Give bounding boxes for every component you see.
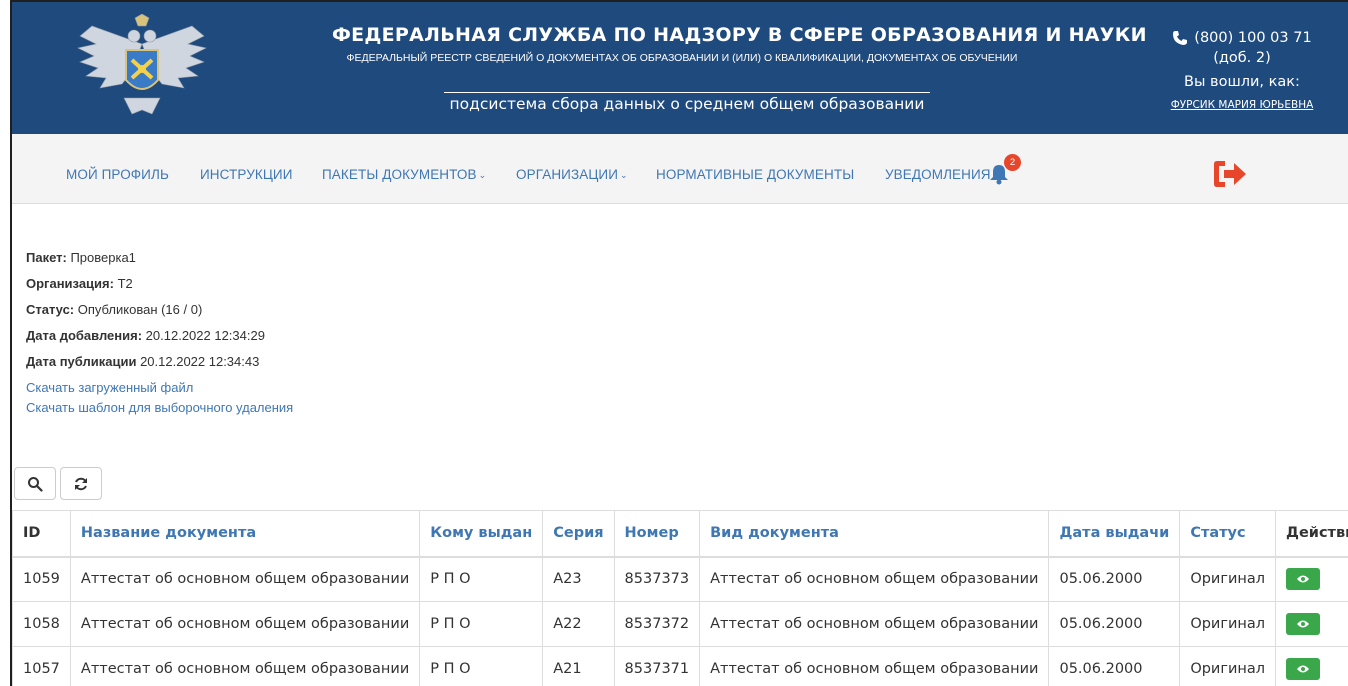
- cell-document-type: Аттестат об основном общем образовании: [699, 556, 1050, 602]
- cell-status: Оригинал: [1179, 556, 1277, 602]
- cell-status: Оригинал: [1179, 601, 1277, 647]
- page: ФЕДЕРАЛЬНАЯ СЛУЖБА ПО НАДЗОРУ В СФЕРЕ ОБ…: [10, 0, 1348, 686]
- view-button[interactable]: [1286, 658, 1321, 680]
- registry-subtitle: ФЕДЕРАЛЬНЫЙ РЕЕСТР СВЕДЕНИЙ О ДОКУМЕНТАХ…: [346, 52, 1018, 64]
- nav-my-profile[interactable]: МОЙ ПРОФИЛЬ: [66, 167, 169, 182]
- package-label: Пакет:: [26, 250, 67, 265]
- column-header-document-type[interactable]: Вид документа: [699, 510, 1050, 558]
- cell-id: 1059: [12, 556, 71, 602]
- date-published-line: Дата публикации 20.12.2022 12:34:43: [26, 354, 293, 380]
- organization-label: Организация:: [26, 276, 114, 291]
- header-contacts: (800) 100 03 71 (доб. 2) Вы вошли, как: …: [1132, 30, 1348, 111]
- status-label: Статус:: [26, 302, 75, 317]
- table-row: 1057 Аттестат об основном общем образова…: [12, 646, 1348, 686]
- view-button[interactable]: [1286, 613, 1321, 635]
- cell-document-type: Аттестат об основном общем образовании: [699, 601, 1050, 647]
- cell-issue-date: 05.06.2000: [1048, 601, 1181, 647]
- cell-issue-date: 05.06.2000: [1048, 646, 1181, 686]
- subsystem-title: подсистема сбора данных о среднем общем …: [444, 92, 930, 113]
- cell-series: А23: [542, 556, 615, 602]
- cell-actions: [1275, 601, 1348, 647]
- date-published-label: Дата публикации: [26, 354, 137, 369]
- nav-instructions[interactable]: ИНСТРУКЦИИ: [200, 167, 293, 182]
- nav-regulatory-docs[interactable]: НОРМАТИВНЫЕ ДОКУМЕНТЫ: [656, 167, 854, 182]
- column-header-actions: Действия: [1275, 510, 1348, 558]
- cell-issued-to: Р П О: [419, 556, 544, 602]
- cell-actions: [1275, 556, 1348, 602]
- logout-icon[interactable]: [1212, 160, 1248, 188]
- organization-value: Т2: [113, 276, 133, 291]
- eye-icon: [1297, 620, 1310, 628]
- emblem-logo-icon: [77, 14, 207, 115]
- cell-actions: [1275, 646, 1348, 686]
- date-added-value: 20.12.2022 12:34:29: [142, 328, 265, 343]
- cell-document-name: Аттестат об основном общем образовании: [69, 646, 421, 686]
- search-icon: [28, 476, 43, 492]
- cell-issued-to: Р П О: [419, 646, 544, 686]
- column-header-issued-to[interactable]: Кому выдан: [419, 510, 544, 558]
- organization-line: Организация: Т2: [26, 276, 293, 302]
- cell-issued-to: Р П О: [419, 601, 544, 647]
- logged-in-label: Вы вошли, как:: [1184, 74, 1300, 90]
- refresh-icon: [75, 477, 87, 490]
- cell-series: А22: [542, 601, 615, 647]
- chevron-down-icon: ⌄: [478, 170, 487, 180]
- table-header-row: ID Название документа Кому выдан Серия Н…: [12, 510, 1348, 558]
- agency-title: ФЕДЕРАЛЬНАЯ СЛУЖБА ПО НАДЗОРУ В СФЕРЕ ОБ…: [332, 24, 1147, 46]
- cell-document-name: Аттестат об основном общем образовании: [69, 601, 421, 647]
- column-header-document-name[interactable]: Название документа: [69, 510, 421, 558]
- view-button[interactable]: [1286, 568, 1321, 591]
- nav-organizations[interactable]: ОРГАНИЗАЦИИ ⌄: [516, 167, 628, 182]
- main-nav: МОЙ ПРОФИЛЬ ИНСТРУКЦИИ ПАКЕТЫ ДОКУМЕНТОВ…: [12, 134, 1348, 204]
- status-line: Статус: Опубликован (16 / 0): [26, 302, 293, 328]
- date-published-value: 20.12.2022 12:34:43: [136, 354, 260, 369]
- column-header-status[interactable]: Статус: [1179, 510, 1277, 558]
- date-added-label: Дата добавления:: [26, 328, 143, 343]
- cell-document-name: Аттестат об основном общем образовании: [69, 556, 421, 602]
- cell-id: 1058: [12, 601, 71, 647]
- cell-document-type: Аттестат об основном общем образовании: [699, 646, 1050, 686]
- cell-number: 8537373: [613, 556, 701, 602]
- nav-notifications[interactable]: УВЕДОМЛЕНИЯ: [885, 167, 991, 182]
- package-name-line: Пакет: Проверка1: [26, 250, 293, 276]
- phone-icon: [1173, 31, 1188, 45]
- cell-number: 8537371: [613, 646, 701, 686]
- eye-icon: [1297, 665, 1310, 673]
- cell-issue-date: 05.06.2000: [1048, 556, 1181, 602]
- cell-number: 8537372: [613, 601, 701, 647]
- nav-document-packages[interactable]: ПАКЕТЫ ДОКУМЕНТОВ ⌄: [322, 167, 486, 182]
- cell-status: Оригинал: [1179, 646, 1277, 686]
- table-row: 1059 Аттестат об основном общем образова…: [12, 556, 1348, 602]
- package-info: Пакет: Проверка1 Организация: Т2 Статус:…: [26, 250, 293, 420]
- column-header-id: ID: [12, 510, 71, 558]
- date-added-line: Дата добавления: 20.12.2022 12:34:29: [26, 328, 293, 354]
- status-value: Опубликован (16 / 0): [74, 302, 203, 317]
- documents-table: ID Название документа Кому выдан Серия Н…: [12, 510, 1348, 686]
- nav-organizations-label: ОРГАНИЗАЦИИ: [516, 167, 619, 182]
- phone-number: (800) 100 03 71: [1194, 30, 1312, 46]
- chevron-down-icon: ⌄: [620, 170, 628, 180]
- user-name-link[interactable]: ФУРСИК МАРИЯ ЮРЬЕВНА: [1132, 99, 1348, 111]
- notification-count-badge: 2: [1004, 154, 1021, 171]
- phone-line: (800) 100 03 71: [1132, 30, 1348, 46]
- nav-document-packages-label: ПАКЕТЫ ДОКУМЕНТОВ: [322, 167, 477, 182]
- cell-series: А21: [542, 646, 615, 686]
- search-button[interactable]: [14, 467, 56, 500]
- column-header-issue-date[interactable]: Дата выдачи: [1048, 510, 1181, 558]
- site-header: ФЕДЕРАЛЬНАЯ СЛУЖБА ПО НАДЗОРУ В СФЕРЕ ОБ…: [12, 2, 1348, 134]
- refresh-button[interactable]: [60, 467, 102, 500]
- column-header-number[interactable]: Номер: [613, 510, 701, 558]
- table-row: 1058 Аттестат об основном общем образова…: [12, 601, 1348, 647]
- download-template-link[interactable]: Скачать шаблон для выборочного удаления: [26, 400, 293, 420]
- eye-icon: [1297, 575, 1310, 583]
- cell-id: 1057: [12, 646, 71, 686]
- download-uploaded-file-link[interactable]: Скачать загруженный файл: [26, 380, 293, 400]
- column-header-series[interactable]: Серия: [542, 510, 615, 558]
- package-value: Проверка1: [66, 250, 136, 265]
- phone-extension: (доб. 2): [1213, 50, 1271, 66]
